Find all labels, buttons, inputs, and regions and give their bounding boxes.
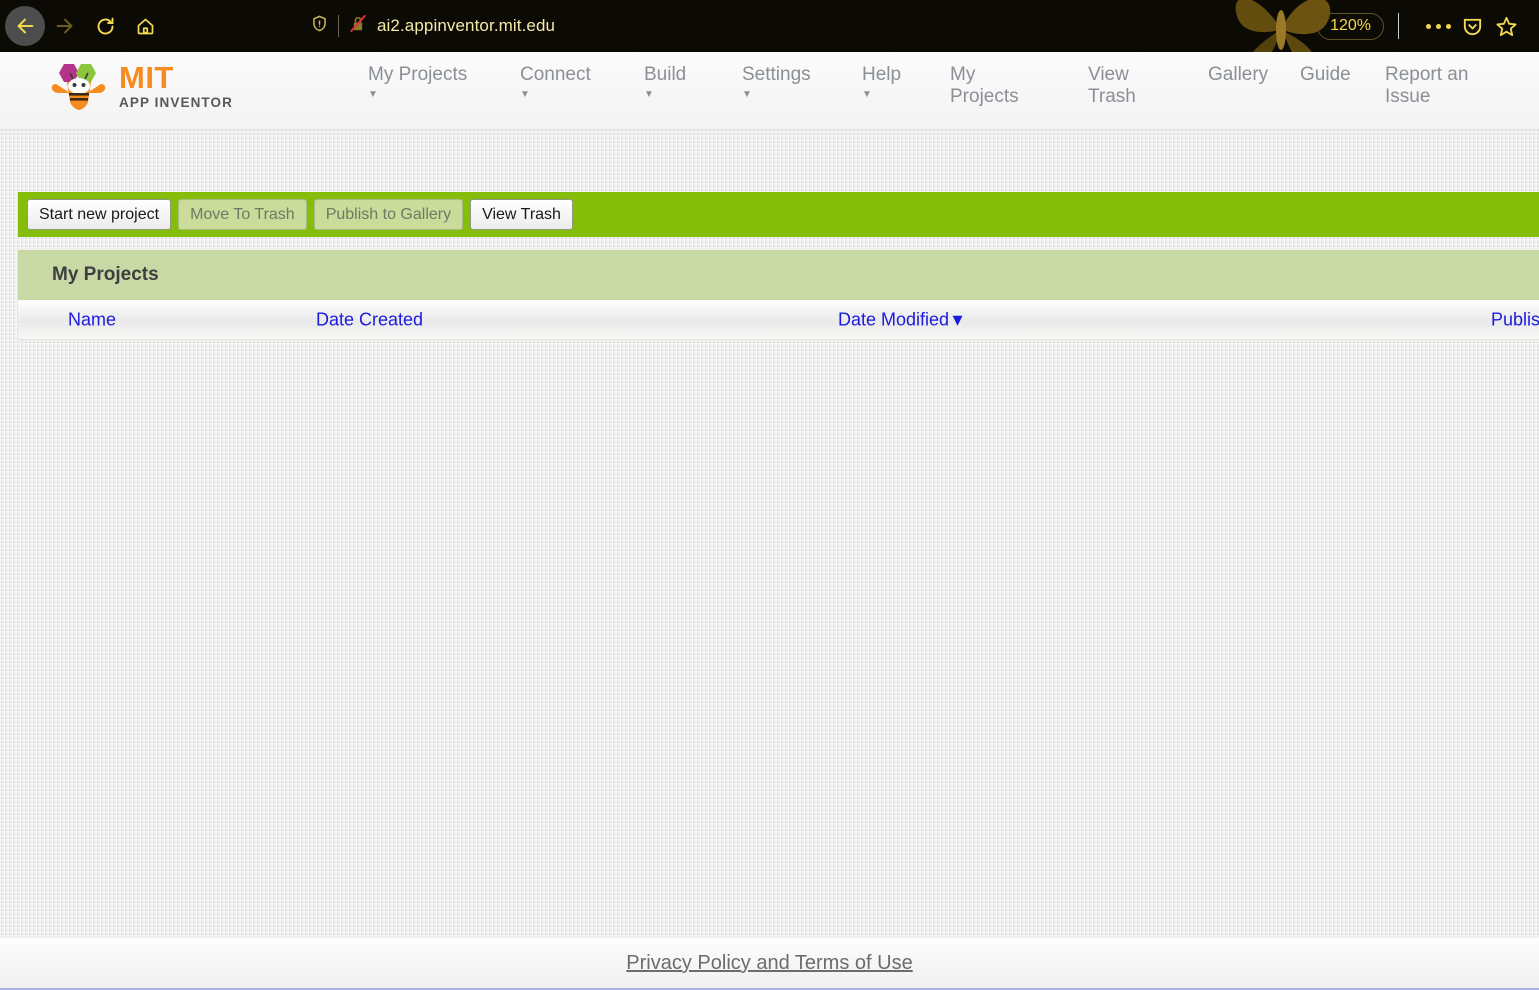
- page-footer: Privacy Policy and Terms of Use: [0, 938, 1539, 990]
- address-bar-divider: [338, 15, 339, 37]
- page-content: MIT APP INVENTOR My Projects ▼ Connect ▼ Bui…: [0, 52, 1539, 990]
- view-trash-button[interactable]: View Trash: [470, 199, 573, 230]
- back-arrow-icon: [14, 15, 36, 37]
- browser-toolbar: ai2.appinventor.mit.edu 120%: [0, 0, 1539, 52]
- insecure-connection-lock-icon[interactable]: [348, 13, 368, 39]
- chevron-down-icon: ▼: [862, 89, 872, 100]
- forward-button: [45, 6, 85, 46]
- app-logo[interactable]: MIT APP INVENTOR: [48, 60, 233, 112]
- nav-item-label: Help: [862, 64, 902, 85]
- tracking-protection-shield-icon[interactable]: [310, 13, 329, 39]
- bookmark-star-icon[interactable]: [1489, 9, 1523, 43]
- logo-subtitle: APP INVENTOR: [119, 95, 233, 111]
- address-bar[interactable]: ai2.appinventor.mit.edu: [300, 8, 565, 44]
- column-header-date-created[interactable]: Date Created: [316, 309, 423, 330]
- browser-right-tools: 120%: [1235, 0, 1539, 52]
- toolbar-divider: [1398, 13, 1399, 39]
- column-header-publish[interactable]: Publish: [1491, 309, 1539, 330]
- nav-item-label: View Trash: [1088, 64, 1136, 107]
- nav-item-label: Settings: [742, 64, 811, 85]
- nav-item-help[interactable]: Help ▼: [862, 64, 962, 100]
- zoom-level-badge[interactable]: 120%: [1317, 12, 1384, 40]
- nav-item-report-an-issue[interactable]: Report an Issue: [1385, 64, 1515, 108]
- projects-panel: My Projects Name Date Created Date Modifie…: [18, 250, 1539, 340]
- chevron-down-icon: ▼: [644, 89, 654, 100]
- panel-title: My Projects: [18, 250, 1539, 300]
- logo-title: MIT: [119, 60, 174, 96]
- home-button[interactable]: [125, 6, 165, 46]
- reload-button[interactable]: [85, 6, 125, 46]
- column-header-name[interactable]: Name: [68, 309, 116, 330]
- back-button[interactable]: [5, 6, 45, 46]
- chevron-down-icon: ▼: [520, 89, 530, 100]
- mit-app-inventor-bee-logo: [48, 60, 110, 112]
- chevron-down-icon: ▼: [368, 89, 378, 100]
- home-icon: [135, 16, 156, 37]
- nav-item-label: My Projects: [368, 64, 468, 85]
- nav-item-label: Build: [644, 64, 687, 85]
- url-text[interactable]: ai2.appinventor.mit.edu: [377, 16, 555, 36]
- privacy-policy-link[interactable]: Privacy Policy and Terms of Use: [626, 952, 912, 975]
- forward-arrow-icon: [54, 15, 76, 37]
- nav-item-label: Connect: [520, 64, 591, 85]
- chevron-down-icon: ▼: [742, 89, 752, 100]
- start-new-project-button[interactable]: Start new project: [27, 199, 172, 230]
- sort-descending-icon: ▼: [949, 310, 966, 329]
- column-header-date-modified[interactable]: Date Modified▼: [838, 309, 966, 330]
- reload-icon: [95, 16, 116, 37]
- move-to-trash-button: Move To Trash: [178, 199, 307, 230]
- projects-table-header: Name Date Created Date Modified▼ Publish: [18, 300, 1539, 340]
- save-to-pocket-icon[interactable]: [1455, 9, 1489, 43]
- nav-item-settings[interactable]: Settings ▼: [742, 64, 862, 100]
- nav-item-label: My Projects: [950, 64, 1019, 107]
- more-options-icon[interactable]: [1421, 9, 1455, 43]
- publish-to-gallery-button: Publish to Gallery: [313, 199, 464, 230]
- nav-item-view-trash[interactable]: View Trash: [1088, 64, 1198, 108]
- projects-action-toolbar: Start new project Move To Trash Publish to…: [18, 192, 1539, 237]
- main-navigation: My Projects ▼ Connect ▼ Build ▼ Settings ▼ Help ▼…: [350, 64, 1539, 130]
- app-header: MIT APP INVENTOR My Projects ▼ Connect ▼ Bui…: [0, 52, 1539, 130]
- nav-item-connect[interactable]: Connect ▼: [520, 64, 650, 100]
- browser-nav-buttons: [0, 6, 165, 46]
- nav-item-label: Report an Issue: [1385, 64, 1469, 107]
- nav-item-build[interactable]: Build ▼: [644, 64, 754, 100]
- nav-item-my-projects[interactable]: My Projects: [950, 64, 1060, 108]
- nav-item-my-projects[interactable]: My Projects ▼: [368, 64, 518, 100]
